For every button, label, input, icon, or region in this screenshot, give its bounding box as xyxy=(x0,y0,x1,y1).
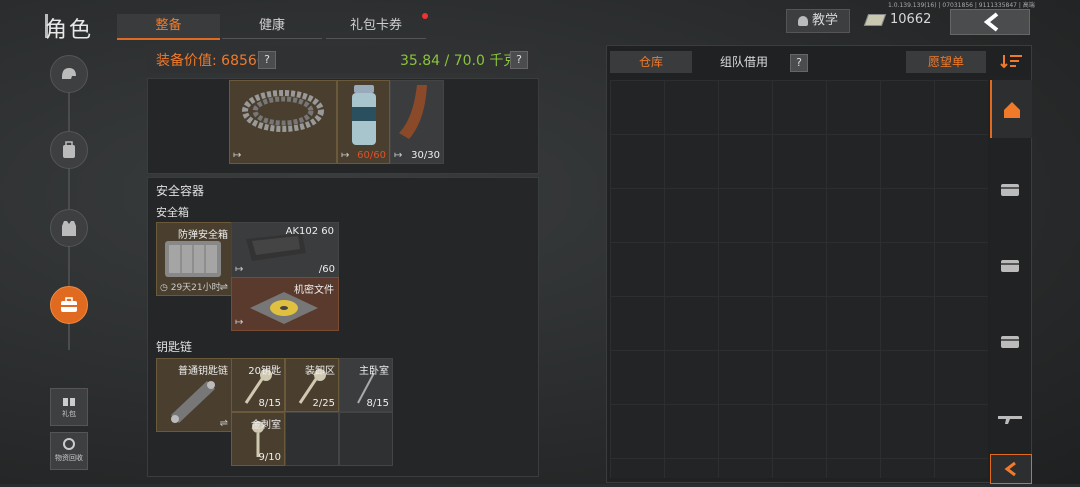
ak102-count: /60 xyxy=(318,264,335,275)
notification-dot xyxy=(422,13,428,19)
key-name: 装卸区 xyxy=(305,366,335,377)
empty-key-slot[interactable] xyxy=(285,412,339,466)
bottle-item[interactable]: ↦ 60/60 xyxy=(337,80,390,164)
keychain-holder[interactable]: 普通钥匙链 ⇌ xyxy=(156,358,232,432)
magazine-item[interactable]: ↦ 30/30 xyxy=(390,80,444,164)
tab-gift-cards[interactable]: 礼包卡券 xyxy=(326,14,426,39)
key-name: 金刺室 xyxy=(251,420,281,431)
tab-team-borrow[interactable]: 组队借用 xyxy=(700,51,788,73)
recycle-button[interactable]: 物资回收 xyxy=(50,432,88,470)
box-icon xyxy=(1001,184,1019,196)
tab-warehouse[interactable]: 仓库 xyxy=(610,51,692,73)
value-help-button[interactable]: ? xyxy=(258,51,276,69)
safe-box-name: 防弹安全箱 xyxy=(178,230,228,241)
warehouse-home-tab[interactable] xyxy=(990,80,1032,138)
key-count: 9/10 xyxy=(258,452,281,463)
rifle-icon xyxy=(998,416,1022,424)
key-count: 8/15 xyxy=(258,398,281,409)
magazine-icon xyxy=(399,85,427,139)
secure-container-title: 安全容器 xyxy=(156,184,205,198)
vest-icon xyxy=(62,221,76,236)
unequip-arrow-icon: ↦ xyxy=(235,317,244,328)
recycle-icon xyxy=(63,438,75,450)
version-text: 1.0.139.139(16) | 07031856 | 9111335847 … xyxy=(888,2,1035,9)
clock-icon: ◷ xyxy=(160,283,168,293)
key-item-1[interactable]: 20钥匙 8/15 xyxy=(231,358,285,412)
weight-help-button[interactable]: ? xyxy=(510,51,528,69)
rope-icon xyxy=(242,90,324,132)
ak102-magazine-item[interactable]: AK102 60 ↦ /60 xyxy=(231,222,339,278)
warehouse-help-button[interactable]: ? xyxy=(790,54,808,72)
box-icon xyxy=(1001,336,1019,348)
chevron-left-icon xyxy=(983,12,999,32)
key-name: 20钥匙 xyxy=(248,366,281,377)
tab-equipment[interactable]: 整备 xyxy=(117,14,220,40)
cash-icon xyxy=(863,13,887,26)
ak102-label: AK102 60 xyxy=(285,226,334,237)
key-count: 8/15 xyxy=(366,398,389,409)
unequip-arrow-icon: ↦ xyxy=(233,150,242,161)
helmet-icon xyxy=(62,68,76,79)
secret-document-item[interactable]: 机密文件 ↦ xyxy=(231,277,339,331)
back-button[interactable] xyxy=(950,9,1030,35)
currency-amount: 10662 xyxy=(890,12,932,27)
rope-item[interactable]: ↦ xyxy=(229,80,337,164)
magazine-count: 30/30 xyxy=(411,150,440,161)
backpack-slot[interactable] xyxy=(50,131,88,169)
warehouse-weapon-tab[interactable] xyxy=(990,388,1030,446)
gift-label: 礼包 xyxy=(62,410,76,418)
equipment-value: 装备价值: 68566 xyxy=(156,53,266,69)
safe-box-icon xyxy=(61,297,77,312)
vest-slot[interactable] xyxy=(50,209,88,247)
collapse-button[interactable] xyxy=(990,454,1032,484)
safe-box-subtitle: 安全箱 xyxy=(156,206,189,219)
swap-icon[interactable]: ⇌ xyxy=(220,282,228,293)
key-count: 2/25 xyxy=(312,398,335,409)
tutorial-label: 教学 xyxy=(811,13,838,28)
unequip-arrow-icon: ↦ xyxy=(394,150,403,161)
empty-key-slot[interactable] xyxy=(339,412,393,466)
safe-box-timer-text: 29天21小时 xyxy=(170,283,221,293)
gift-button[interactable]: 礼包 xyxy=(50,388,88,426)
safe-box-timer: ◷ 29天21小时 xyxy=(160,280,221,293)
key-item-3[interactable]: 主卧室 8/15 xyxy=(339,358,393,412)
sort-button[interactable] xyxy=(1000,51,1024,71)
home-icon xyxy=(1004,102,1020,118)
safe-box-slot[interactable] xyxy=(50,286,88,324)
box-icon xyxy=(1001,260,1019,272)
tutorial-button[interactable]: 教学 xyxy=(786,9,850,33)
key-item-4[interactable]: 金刺室 9/10 xyxy=(231,412,285,466)
wishlist-button[interactable]: 愿望单 xyxy=(906,51,986,73)
person-icon xyxy=(797,15,808,26)
backpack-icon xyxy=(63,141,75,158)
helmet-slot[interactable] xyxy=(50,55,88,93)
chevron-left-icon xyxy=(1004,461,1016,477)
unequip-arrow-icon: ↦ xyxy=(341,150,350,161)
safe-box-holder[interactable]: 防弹安全箱 ◷ 29天21小时 ⇌ xyxy=(156,222,232,296)
warehouse-box-tab-1[interactable] xyxy=(990,160,1030,218)
key-item-2[interactable]: 装卸区 2/25 xyxy=(285,358,339,412)
keychain-name: 普通钥匙链 xyxy=(178,366,228,377)
secret-document-label: 机密文件 xyxy=(294,285,334,296)
warehouse-box-tab-2[interactable] xyxy=(990,236,1030,294)
warehouse-grid[interactable] xyxy=(610,80,988,478)
currency-display: 10662 xyxy=(863,9,934,31)
swap-icon[interactable]: ⇌ xyxy=(220,418,228,429)
keychain-title: 钥匙链 xyxy=(156,340,193,354)
unequip-arrow-icon: ↦ xyxy=(235,264,244,275)
page-title: 角色 xyxy=(45,18,94,43)
warehouse-box-tab-3[interactable] xyxy=(990,312,1030,370)
weight-display: 35.84 / 70.0 千克 xyxy=(400,53,518,69)
bottle-icon xyxy=(352,85,376,145)
tab-health[interactable]: 健康 xyxy=(222,14,322,39)
bottle-count: 60/60 xyxy=(357,150,386,161)
key-name: 主卧室 xyxy=(359,366,389,377)
recycle-label: 物资回收 xyxy=(55,454,83,462)
sort-icon xyxy=(1000,55,1022,69)
gift-icon xyxy=(63,396,75,406)
